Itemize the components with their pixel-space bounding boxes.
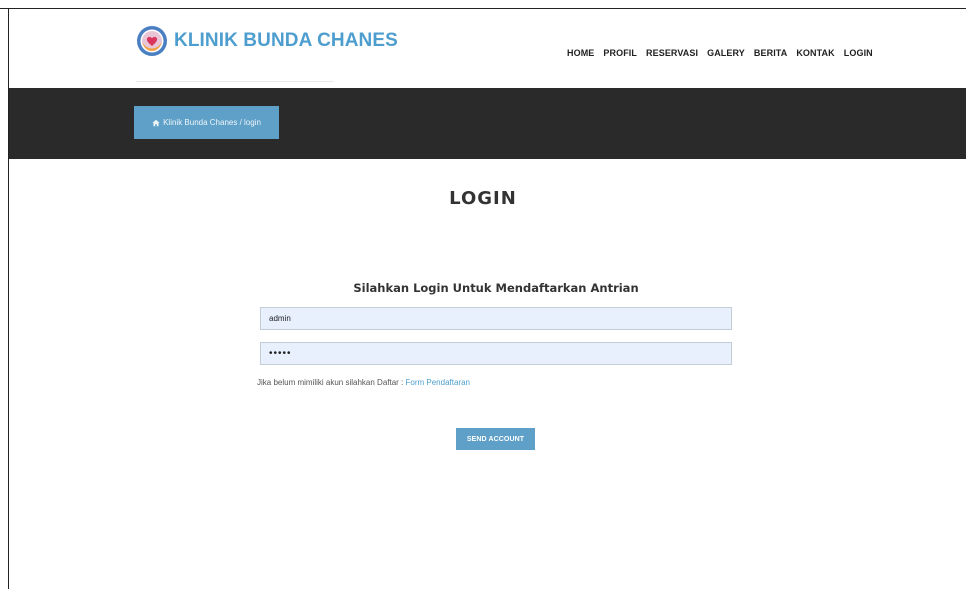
- password-input[interactable]: [260, 342, 732, 365]
- page-title: LOGIN: [449, 188, 517, 209]
- nav-reservasi[interactable]: RESERVASI: [646, 48, 698, 58]
- register-note-text: Jika belum mimiliki akun silahkan Daftar…: [257, 378, 406, 387]
- breadcrumb-text: Klinik Bunda Chanes / login: [163, 118, 261, 127]
- send-account-button[interactable]: SEND ACCOUNT: [456, 428, 535, 450]
- breadcrumb[interactable]: Klinik Bunda Chanes / login: [134, 106, 279, 139]
- site-header: KLINIK BUNDA CHANES HOME PROFIL RESERVAS…: [9, 9, 966, 88]
- login-subtitle: Silahkan Login Untuk Mendaftarkan Antria…: [353, 281, 639, 295]
- register-note: Jika belum mimiliki akun silahkan Daftar…: [257, 378, 470, 387]
- nav-login[interactable]: LOGIN: [844, 48, 873, 58]
- brand-divider: [136, 81, 334, 82]
- nav-profil[interactable]: PROFIL: [603, 48, 637, 58]
- nav-galery[interactable]: GALERY: [707, 48, 745, 58]
- home-icon: [152, 119, 160, 126]
- nav-berita[interactable]: BERITA: [754, 48, 787, 58]
- username-input[interactable]: [260, 307, 732, 330]
- brand-name: KLINIK BUNDA CHANES: [174, 30, 398, 51]
- main-nav: HOME PROFIL RESERVASI GALERY BERITA KONT…: [567, 48, 873, 58]
- brand-link[interactable]: KLINIK BUNDA CHANES: [136, 25, 398, 57]
- heart-hands-logo-icon: [137, 26, 167, 56]
- register-link[interactable]: Form Pendaftaran: [406, 378, 470, 387]
- breadcrumb-bar: Klinik Bunda Chanes / login: [9, 88, 966, 159]
- nav-home[interactable]: HOME: [567, 48, 594, 58]
- nav-kontak[interactable]: KONTAK: [796, 48, 834, 58]
